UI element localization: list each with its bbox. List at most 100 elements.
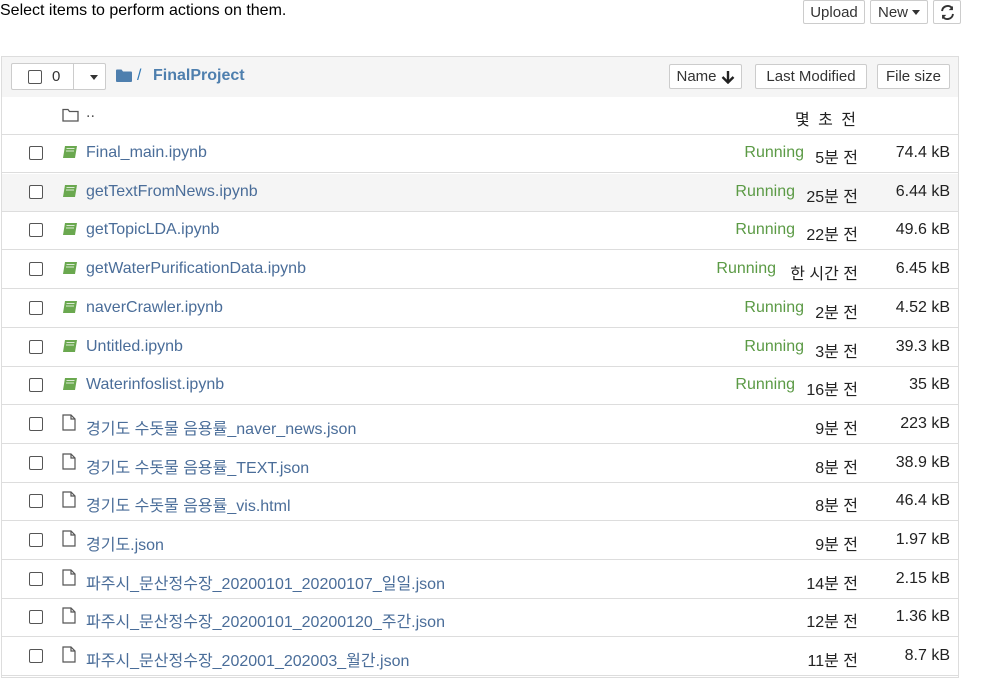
file-row[interactable]: getTextFromNews.ipynb Running 25분 전 6.44 kB: [2, 173, 958, 212]
file-row[interactable]: 경기도 수돗물 음용률_TEXT.json 8분 전 38.9 kB: [2, 444, 958, 483]
file-list-header: 0 / FinalProject Name Last Modified File…: [2, 57, 958, 98]
file-name-link[interactable]: Waterinfoslist.ipynb: [86, 376, 224, 394]
notebook-icon: [62, 184, 78, 203]
last-modified: 2분 전: [815, 304, 858, 322]
file-icon: [62, 607, 76, 629]
last-modified: 22분 전: [806, 227, 858, 245]
notebook-icon: [62, 145, 78, 164]
row-checkbox[interactable]: [29, 146, 43, 160]
row-checkbox[interactable]: [29, 378, 43, 393]
upload-label: Upload: [810, 3, 858, 21]
last-modified: 한 시간 전: [790, 266, 858, 284]
file-icon: [62, 569, 76, 591]
row-checkbox[interactable]: [29, 223, 43, 238]
file-size: 46.4 kB: [895, 492, 950, 510]
file-name-link[interactable]: 경기도 수돗물 음용률_TEXT.json: [86, 454, 309, 478]
file-name-link[interactable]: 파주시_문산정수장_202001_202003_월간.json: [86, 647, 409, 671]
running-status: Running: [744, 337, 804, 355]
notebook-icon: [62, 300, 78, 319]
running-status: Running: [735, 376, 795, 394]
file-row[interactable]: 경기도.json 9분 전 1.97 kB: [2, 522, 958, 560]
upload-button[interactable]: Upload: [803, 0, 865, 24]
file-size: 74.4 kB: [895, 144, 950, 161]
refresh-button[interactable]: [933, 0, 961, 24]
arrow-down-icon: [721, 70, 734, 84]
row-checkbox[interactable]: [29, 416, 43, 431]
file-name-link[interactable]: 파주시_문산정수장_20200101_20200120_주간.json: [86, 608, 445, 632]
row-checkbox[interactable]: [29, 300, 43, 315]
notebook-icon: [62, 377, 78, 396]
folder-icon: [116, 69, 132, 82]
file-icon: [62, 646, 76, 668]
row-checkbox[interactable]: [29, 610, 43, 625]
row-checkbox[interactable]: [29, 262, 43, 277]
file-row[interactable]: Untitled.ipynb Running 3분 전 39.3 kB: [2, 328, 958, 367]
last-modified: 25분 전: [806, 188, 858, 206]
file-name-link[interactable]: getTextFromNews.ipynb: [86, 183, 258, 201]
row-checkbox[interactable]: [29, 494, 43, 509]
instruction-text: Select items to perform actions on them.: [0, 2, 287, 19]
parent-directory-row[interactable]: .. 몇 초 전: [2, 97, 958, 135]
last-modified: 9분 전: [815, 537, 858, 554]
select-all-area: 0: [12, 64, 74, 89]
sort-by-name-button[interactable]: Name: [669, 64, 742, 89]
file-name-link[interactable]: getTopicLDA.ipynb: [86, 221, 219, 239]
select-dropdown-caret-icon[interactable]: [90, 75, 98, 80]
last-modified: 5분 전: [815, 150, 858, 167]
file-icon: [62, 530, 76, 552]
running-status: Running: [735, 221, 795, 239]
row-checkbox[interactable]: [29, 533, 43, 547]
file-name-link[interactable]: 파주시_문산정수장_20200101_20200107_일일.json: [86, 570, 445, 594]
file-size: 1.36 kB: [895, 608, 950, 626]
file-row[interactable]: 경기도 수돗물 음용률_naver_news.json 9분 전 223 kB: [2, 405, 958, 444]
file-row[interactable]: 파주시_문산정수장_20200101_20200107_일일.json 14분 전…: [2, 560, 958, 599]
file-size: 223 kB: [900, 414, 950, 432]
new-dropdown-button[interactable]: New: [870, 0, 928, 24]
file-name-link[interactable]: 경기도.json: [86, 531, 164, 555]
file-name-link[interactable]: 경기도 수돗물 음용률_vis.html: [86, 492, 291, 516]
running-status: Running: [744, 298, 804, 316]
row-checkbox[interactable]: [29, 455, 43, 470]
breadcrumb-current-folder[interactable]: FinalProject: [153, 67, 245, 85]
file-list-panel: 0 / FinalProject Name Last Modified File…: [1, 56, 959, 678]
row-checkbox[interactable]: [29, 571, 43, 586]
file-row[interactable]: Waterinfoslist.ipynb Running 16분 전 35 kB: [2, 367, 958, 406]
running-status: Running: [735, 182, 795, 200]
file-row[interactable]: 파주시_문산정수장_202001_202003_월간.json 11분 전 8.7 …: [2, 638, 958, 677]
row-checkbox[interactable]: [29, 649, 43, 664]
last-modified: 8분 전: [815, 459, 858, 477]
file-row[interactable]: getTopicLDA.ipynb Running 22분 전 49.6 kB: [2, 212, 958, 251]
last-modified: 16분 전: [806, 382, 858, 400]
parent-directory-link[interactable]: ..: [86, 104, 95, 122]
file-name-link[interactable]: naverCrawler.ipynb: [86, 299, 223, 317]
select-all-checkbox[interactable]: [28, 70, 42, 84]
notebook-icon: [62, 261, 78, 280]
running-status: Running: [716, 260, 776, 278]
file-row[interactable]: 파주시_문산정수장_20200101_20200120_주간.json 12분 전…: [2, 599, 958, 638]
file-size: 39.3 kB: [895, 337, 950, 355]
last-modified: 14분 전: [806, 575, 858, 593]
running-status: Running: [744, 144, 804, 161]
file-size: 38.9 kB: [895, 453, 950, 471]
file-name-link[interactable]: getWaterPurificationData.ipynb: [86, 260, 306, 278]
file-name-link[interactable]: Final_main.ipynb: [86, 144, 207, 162]
last-modified: 12분 전: [806, 614, 858, 632]
sort-name-label: Name: [676, 68, 717, 85]
file-size: 4.52 kB: [895, 298, 950, 316]
folder-outline-icon: [62, 108, 79, 122]
file-row[interactable]: naverCrawler.ipynb Running 2분 전 4.52 kB: [2, 289, 958, 328]
row-checkbox[interactable]: [29, 184, 43, 199]
sort-by-modified-button[interactable]: Last Modified: [755, 64, 867, 89]
last-modified: 3분 전: [815, 343, 858, 361]
selected-count: 0: [52, 68, 61, 85]
row-checkbox[interactable]: [29, 339, 43, 354]
file-name-link[interactable]: 경기도 수돗물 음용률_naver_news.json: [86, 415, 356, 439]
file-size: 2.15 kB: [895, 569, 950, 587]
file-name-link[interactable]: Untitled.ipynb: [86, 338, 183, 356]
last-modified: 11분 전: [807, 653, 859, 671]
file-size: 35 kB: [909, 376, 950, 394]
file-row[interactable]: Final_main.ipynb Running 5분 전 74.4 kB: [2, 135, 958, 173]
sort-by-size-button[interactable]: File size: [877, 64, 950, 89]
file-row[interactable]: getWaterPurificationData.ipynb Running 한 시…: [2, 251, 958, 290]
file-row[interactable]: 경기도 수돗물 음용률_vis.html 8분 전 46.4 kB: [2, 483, 958, 522]
